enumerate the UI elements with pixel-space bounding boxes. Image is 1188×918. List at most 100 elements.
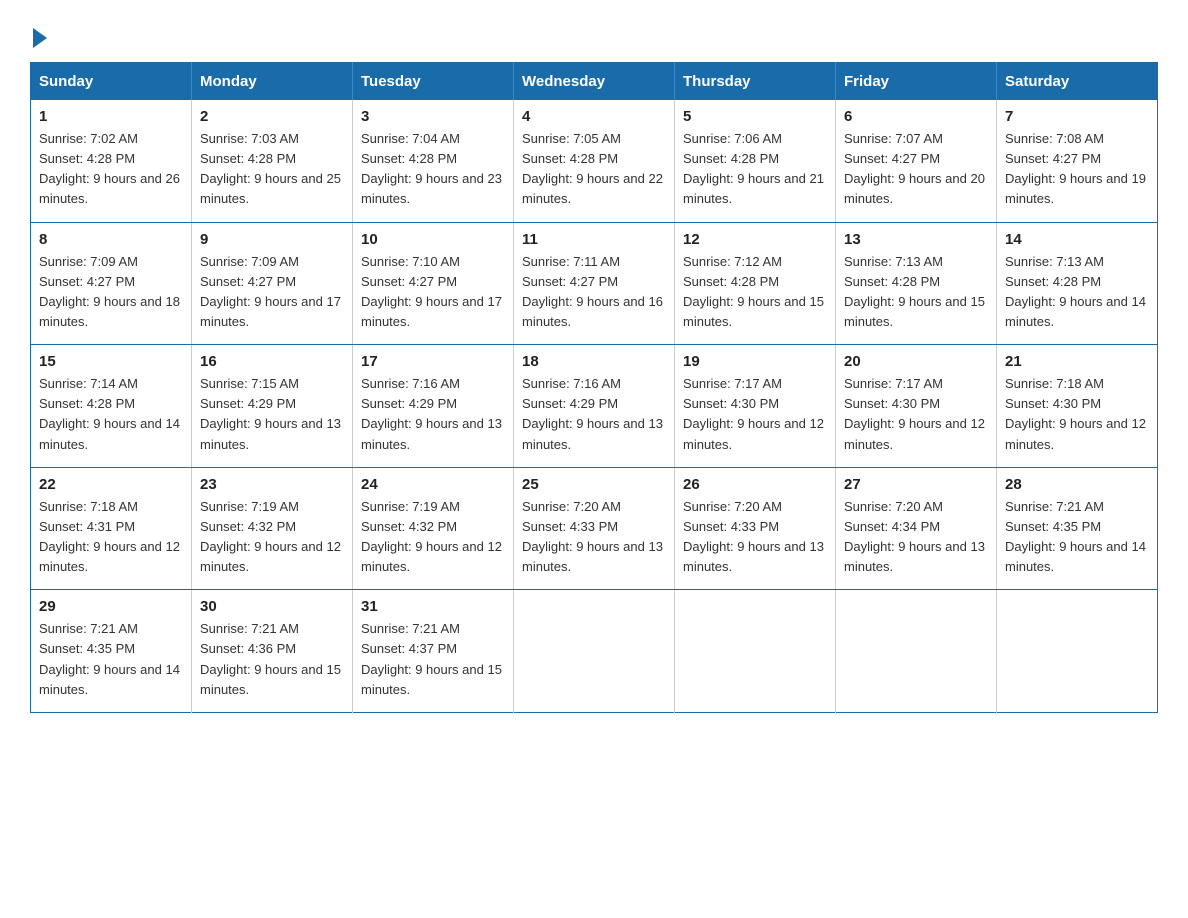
day-number: 22 <box>39 476 183 493</box>
day-number: 13 <box>844 231 988 248</box>
day-number: 17 <box>361 353 505 370</box>
calendar-cell: 6 Sunrise: 7:07 AM Sunset: 4:27 PM Dayli… <box>836 100 997 222</box>
calendar-cell: 29 Sunrise: 7:21 AM Sunset: 4:35 PM Dayl… <box>31 590 192 713</box>
day-info: Sunrise: 7:21 AM Sunset: 4:36 PM Dayligh… <box>200 619 344 700</box>
day-info: Sunrise: 7:15 AM Sunset: 4:29 PM Dayligh… <box>200 374 344 455</box>
calendar-cell: 30 Sunrise: 7:21 AM Sunset: 4:36 PM Dayl… <box>192 590 353 713</box>
logo <box>30 26 47 44</box>
calendar-cell: 14 Sunrise: 7:13 AM Sunset: 4:28 PM Dayl… <box>997 222 1158 345</box>
day-number: 23 <box>200 476 344 493</box>
calendar-cell: 3 Sunrise: 7:04 AM Sunset: 4:28 PM Dayli… <box>353 100 514 222</box>
week-row-5: 29 Sunrise: 7:21 AM Sunset: 4:35 PM Dayl… <box>31 590 1158 713</box>
day-info: Sunrise: 7:08 AM Sunset: 4:27 PM Dayligh… <box>1005 129 1149 210</box>
day-number: 31 <box>361 598 505 615</box>
day-info: Sunrise: 7:13 AM Sunset: 4:28 PM Dayligh… <box>1005 252 1149 333</box>
calendar-cell: 17 Sunrise: 7:16 AM Sunset: 4:29 PM Dayl… <box>353 345 514 468</box>
day-info: Sunrise: 7:21 AM Sunset: 4:35 PM Dayligh… <box>39 619 183 700</box>
day-number: 14 <box>1005 231 1149 248</box>
day-info: Sunrise: 7:13 AM Sunset: 4:28 PM Dayligh… <box>844 252 988 333</box>
weekday-header-friday: Friday <box>836 63 997 101</box>
day-info: Sunrise: 7:17 AM Sunset: 4:30 PM Dayligh… <box>683 374 827 455</box>
day-info: Sunrise: 7:18 AM Sunset: 4:30 PM Dayligh… <box>1005 374 1149 455</box>
day-number: 12 <box>683 231 827 248</box>
day-number: 20 <box>844 353 988 370</box>
day-info: Sunrise: 7:09 AM Sunset: 4:27 PM Dayligh… <box>39 252 183 333</box>
page-header <box>30 20 1158 44</box>
day-info: Sunrise: 7:05 AM Sunset: 4:28 PM Dayligh… <box>522 129 666 210</box>
calendar-cell: 20 Sunrise: 7:17 AM Sunset: 4:30 PM Dayl… <box>836 345 997 468</box>
day-number: 24 <box>361 476 505 493</box>
day-number: 11 <box>522 231 666 248</box>
day-info: Sunrise: 7:03 AM Sunset: 4:28 PM Dayligh… <box>200 129 344 210</box>
weekday-header-row: SundayMondayTuesdayWednesdayThursdayFrid… <box>31 63 1158 101</box>
day-info: Sunrise: 7:12 AM Sunset: 4:28 PM Dayligh… <box>683 252 827 333</box>
day-number: 1 <box>39 108 183 125</box>
day-number: 16 <box>200 353 344 370</box>
week-row-3: 15 Sunrise: 7:14 AM Sunset: 4:28 PM Dayl… <box>31 345 1158 468</box>
calendar-cell: 28 Sunrise: 7:21 AM Sunset: 4:35 PM Dayl… <box>997 467 1158 590</box>
day-info: Sunrise: 7:20 AM Sunset: 4:33 PM Dayligh… <box>522 497 666 578</box>
day-info: Sunrise: 7:18 AM Sunset: 4:31 PM Dayligh… <box>39 497 183 578</box>
calendar-cell: 31 Sunrise: 7:21 AM Sunset: 4:37 PM Dayl… <box>353 590 514 713</box>
calendar-cell: 15 Sunrise: 7:14 AM Sunset: 4:28 PM Dayl… <box>31 345 192 468</box>
calendar-cell: 4 Sunrise: 7:05 AM Sunset: 4:28 PM Dayli… <box>514 100 675 222</box>
day-info: Sunrise: 7:20 AM Sunset: 4:34 PM Dayligh… <box>844 497 988 578</box>
calendar-cell: 10 Sunrise: 7:10 AM Sunset: 4:27 PM Dayl… <box>353 222 514 345</box>
day-info: Sunrise: 7:06 AM Sunset: 4:28 PM Dayligh… <box>683 129 827 210</box>
day-info: Sunrise: 7:19 AM Sunset: 4:32 PM Dayligh… <box>361 497 505 578</box>
weekday-header-tuesday: Tuesday <box>353 63 514 101</box>
day-number: 27 <box>844 476 988 493</box>
weekday-header-monday: Monday <box>192 63 353 101</box>
calendar-cell: 9 Sunrise: 7:09 AM Sunset: 4:27 PM Dayli… <box>192 222 353 345</box>
calendar-cell: 1 Sunrise: 7:02 AM Sunset: 4:28 PM Dayli… <box>31 100 192 222</box>
calendar-cell: 27 Sunrise: 7:20 AM Sunset: 4:34 PM Dayl… <box>836 467 997 590</box>
day-info: Sunrise: 7:19 AM Sunset: 4:32 PM Dayligh… <box>200 497 344 578</box>
calendar-cell: 12 Sunrise: 7:12 AM Sunset: 4:28 PM Dayl… <box>675 222 836 345</box>
day-number: 9 <box>200 231 344 248</box>
day-info: Sunrise: 7:02 AM Sunset: 4:28 PM Dayligh… <box>39 129 183 210</box>
week-row-4: 22 Sunrise: 7:18 AM Sunset: 4:31 PM Dayl… <box>31 467 1158 590</box>
day-info: Sunrise: 7:21 AM Sunset: 4:35 PM Dayligh… <box>1005 497 1149 578</box>
day-number: 3 <box>361 108 505 125</box>
calendar-cell: 5 Sunrise: 7:06 AM Sunset: 4:28 PM Dayli… <box>675 100 836 222</box>
calendar-cell: 26 Sunrise: 7:20 AM Sunset: 4:33 PM Dayl… <box>675 467 836 590</box>
week-row-1: 1 Sunrise: 7:02 AM Sunset: 4:28 PM Dayli… <box>31 100 1158 222</box>
day-number: 10 <box>361 231 505 248</box>
day-info: Sunrise: 7:14 AM Sunset: 4:28 PM Dayligh… <box>39 374 183 455</box>
calendar-cell <box>836 590 997 713</box>
day-info: Sunrise: 7:16 AM Sunset: 4:29 PM Dayligh… <box>522 374 666 455</box>
day-info: Sunrise: 7:07 AM Sunset: 4:27 PM Dayligh… <box>844 129 988 210</box>
day-info: Sunrise: 7:10 AM Sunset: 4:27 PM Dayligh… <box>361 252 505 333</box>
weekday-header-sunday: Sunday <box>31 63 192 101</box>
weekday-header-saturday: Saturday <box>997 63 1158 101</box>
day-info: Sunrise: 7:20 AM Sunset: 4:33 PM Dayligh… <box>683 497 827 578</box>
calendar-table: SundayMondayTuesdayWednesdayThursdayFrid… <box>30 62 1158 713</box>
calendar-cell: 25 Sunrise: 7:20 AM Sunset: 4:33 PM Dayl… <box>514 467 675 590</box>
calendar-cell: 24 Sunrise: 7:19 AM Sunset: 4:32 PM Dayl… <box>353 467 514 590</box>
calendar-cell: 23 Sunrise: 7:19 AM Sunset: 4:32 PM Dayl… <box>192 467 353 590</box>
day-number: 28 <box>1005 476 1149 493</box>
day-info: Sunrise: 7:04 AM Sunset: 4:28 PM Dayligh… <box>361 129 505 210</box>
day-info: Sunrise: 7:21 AM Sunset: 4:37 PM Dayligh… <box>361 619 505 700</box>
calendar-cell: 16 Sunrise: 7:15 AM Sunset: 4:29 PM Dayl… <box>192 345 353 468</box>
day-number: 18 <box>522 353 666 370</box>
day-number: 7 <box>1005 108 1149 125</box>
calendar-cell <box>675 590 836 713</box>
calendar-cell <box>514 590 675 713</box>
calendar-cell <box>997 590 1158 713</box>
day-number: 6 <box>844 108 988 125</box>
day-info: Sunrise: 7:17 AM Sunset: 4:30 PM Dayligh… <box>844 374 988 455</box>
day-number: 15 <box>39 353 183 370</box>
calendar-cell: 22 Sunrise: 7:18 AM Sunset: 4:31 PM Dayl… <box>31 467 192 590</box>
calendar-cell: 7 Sunrise: 7:08 AM Sunset: 4:27 PM Dayli… <box>997 100 1158 222</box>
logo-arrow-icon <box>33 28 47 48</box>
calendar-cell: 13 Sunrise: 7:13 AM Sunset: 4:28 PM Dayl… <box>836 222 997 345</box>
calendar-cell: 2 Sunrise: 7:03 AM Sunset: 4:28 PM Dayli… <box>192 100 353 222</box>
day-number: 21 <box>1005 353 1149 370</box>
day-number: 2 <box>200 108 344 125</box>
day-number: 8 <box>39 231 183 248</box>
day-number: 5 <box>683 108 827 125</box>
day-info: Sunrise: 7:11 AM Sunset: 4:27 PM Dayligh… <box>522 252 666 333</box>
calendar-cell: 19 Sunrise: 7:17 AM Sunset: 4:30 PM Dayl… <box>675 345 836 468</box>
weekday-header-wednesday: Wednesday <box>514 63 675 101</box>
